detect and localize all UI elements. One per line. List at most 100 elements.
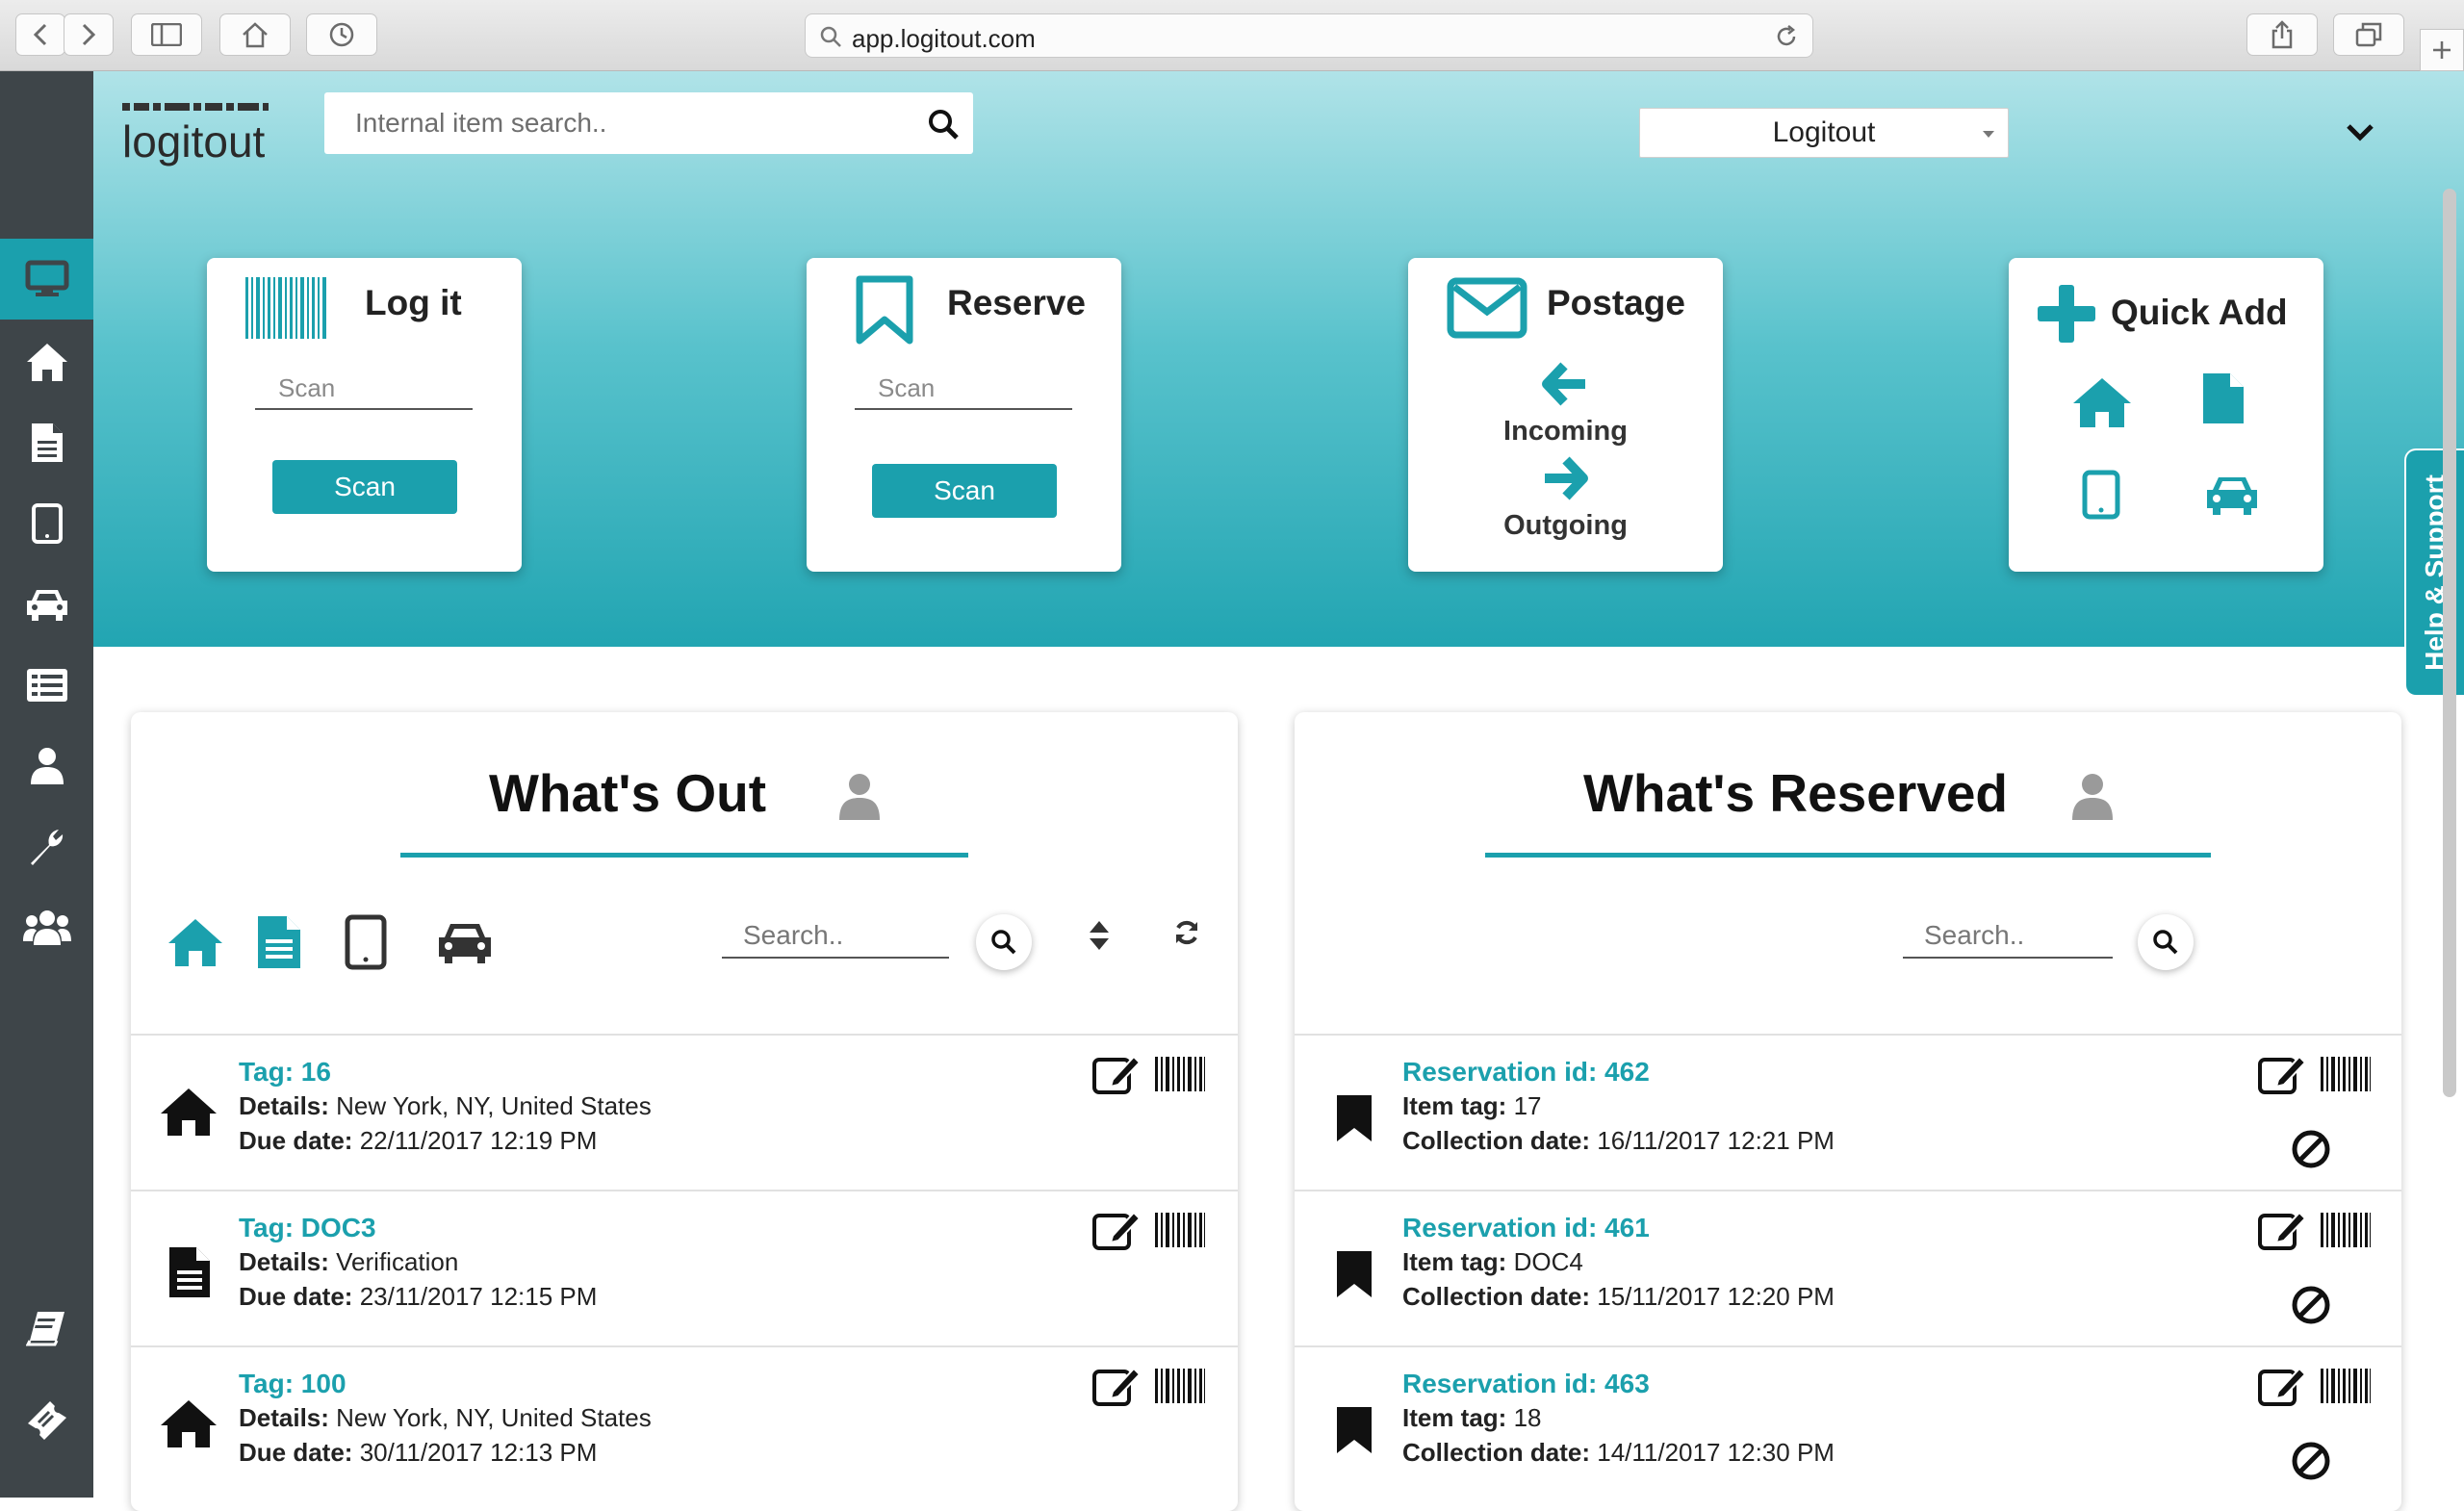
reserve-scan-input[interactable]: Scan	[855, 362, 1072, 410]
arrow-left-icon[interactable]	[1541, 362, 1589, 406]
due-label: Due date:	[239, 1438, 353, 1467]
barcode-icon[interactable]	[1155, 1057, 1205, 1091]
barcode-icon[interactable]	[2321, 1213, 2371, 1247]
sidebar-item-guide[interactable]	[0, 1288, 93, 1369]
browser-tabs-button[interactable]	[2333, 13, 2404, 56]
tabs-icon	[2355, 22, 2382, 47]
whats-reserved-search-placeholder: Search..	[1924, 920, 2025, 950]
browser-history-button[interactable]	[306, 13, 377, 56]
browser-share-button[interactable]	[2246, 13, 2318, 56]
whats-reserved-search-input[interactable]: Search..	[1903, 916, 2113, 959]
company-select[interactable]: Logitout	[1639, 108, 2009, 158]
whats-out-search-placeholder: Search..	[743, 920, 844, 950]
list-item[interactable]: Tag: DOC3 Details: Verification Due date…	[131, 1190, 1238, 1345]
share-icon	[2272, 20, 2293, 49]
list-item[interactable]: Reservation id: 461 Item tag: DOC4 Colle…	[1295, 1190, 2401, 1345]
postage-outgoing[interactable]: Outgoing	[1408, 510, 1723, 542]
whats-out-search-button[interactable]	[976, 914, 1032, 970]
sidebar-item-dashboard[interactable]	[0, 239, 93, 320]
whats-out-panel: What's Out Search.. Tag: 16 Details: New…	[131, 712, 1238, 1511]
sidebar-item-documents[interactable]	[0, 402, 93, 483]
list-item[interactable]: Reservation id: 463 Item tag: 18 Collect…	[1295, 1345, 2401, 1501]
monitor-icon	[25, 260, 68, 296]
logo[interactable]: logitout	[122, 115, 265, 167]
whats-reserved-underline	[1485, 853, 2211, 858]
document-icon[interactable]	[256, 914, 302, 970]
barcode-icon[interactable]	[2321, 1369, 2371, 1403]
edit-icon[interactable]	[1091, 1209, 1142, 1251]
reload-icon[interactable]	[1774, 24, 1799, 49]
home-icon	[161, 1400, 217, 1447]
due-value: 23/11/2017 12:15 PM	[352, 1282, 598, 1311]
page-scrollbar[interactable]	[2443, 189, 2456, 1097]
sidebar-item-list[interactable]	[0, 645, 93, 726]
browser-back-button[interactable]	[15, 13, 65, 56]
sidebar-item-groups[interactable]	[0, 887, 93, 968]
refresh-icon[interactable]	[1172, 918, 1201, 947]
details-value: New York, NY, United States	[328, 1091, 652, 1120]
details-value: New York, NY, United States	[328, 1403, 652, 1432]
envelope-icon	[1447, 277, 1527, 339]
sort-icon[interactable]	[1088, 918, 1111, 953]
car-icon[interactable]	[433, 918, 497, 966]
sidebar-item-user[interactable]	[0, 726, 93, 807]
sidebar-item-devices[interactable]	[0, 483, 93, 564]
logo-barcode-mark	[122, 103, 269, 111]
item-tag-value: 17	[1506, 1091, 1542, 1120]
sidebar-item-tickets[interactable]	[0, 1380, 93, 1461]
sidebar-item-settings[interactable]	[0, 807, 93, 887]
new-tab-button[interactable]	[2420, 29, 2464, 71]
edit-icon[interactable]	[1091, 1053, 1142, 1095]
tablet-icon[interactable]	[345, 914, 387, 970]
edit-icon[interactable]	[2257, 1365, 2307, 1407]
item-details: Details: New York, NY, United States	[239, 1091, 652, 1121]
document-icon[interactable]	[2201, 371, 2246, 425]
cancel-icon[interactable]	[2290, 1284, 2332, 1326]
list-item[interactable]: Tag: 100 Details: New York, NY, United S…	[131, 1345, 1238, 1501]
address-bar[interactable]: app.logitout.com	[805, 13, 1813, 58]
edit-icon[interactable]	[1091, 1365, 1142, 1407]
item-tag-link[interactable]: Tag: 100	[239, 1369, 346, 1399]
reserve-scan-button[interactable]: Scan	[872, 464, 1057, 518]
item-tag-link[interactable]: Tag: DOC3	[239, 1213, 376, 1243]
user-icon[interactable]	[2070, 772, 2115, 822]
sidebar-item-home[interactable]	[0, 321, 93, 402]
details-label: Details:	[239, 1247, 329, 1276]
ticket-icon	[27, 1401, 66, 1440]
logit-scan-button[interactable]: Scan	[272, 460, 457, 514]
reservation-id-link[interactable]: Reservation id: 463	[1402, 1369, 1650, 1399]
home-icon[interactable]	[166, 916, 225, 968]
cancel-icon[interactable]	[2290, 1440, 2332, 1482]
barcode-icon[interactable]	[1155, 1213, 1205, 1247]
edit-icon[interactable]	[2257, 1053, 2307, 1095]
cancel-icon[interactable]	[2290, 1128, 2332, 1170]
tablet-icon[interactable]	[2082, 470, 2120, 520]
browser-sidebar-button[interactable]	[131, 13, 202, 56]
list-item[interactable]: Reservation id: 462 Item tag: 17 Collect…	[1295, 1034, 2401, 1190]
item-tag-link[interactable]: Tag: 16	[239, 1057, 331, 1088]
collection-date-label: Collection date:	[1402, 1126, 1591, 1155]
sidebar-item-vehicles[interactable]	[0, 564, 93, 645]
whats-reserved-search-button[interactable]	[2138, 914, 2194, 970]
logit-scan-input[interactable]: Scan	[255, 362, 473, 410]
search-icon[interactable]	[927, 108, 960, 141]
barcode-icon[interactable]	[2321, 1057, 2371, 1091]
user-icon[interactable]	[837, 772, 882, 822]
browser-home-button[interactable]	[219, 13, 291, 56]
whats-out-search-input[interactable]: Search..	[722, 916, 949, 959]
reservation-id-link[interactable]: Reservation id: 462	[1402, 1057, 1650, 1088]
internal-search-input[interactable]: Internal item search..	[324, 92, 973, 154]
browser-forward-button[interactable]	[64, 13, 114, 56]
url-text: app.logitout.com	[852, 24, 1036, 53]
list-item[interactable]: Tag: 16 Details: New York, NY, United St…	[131, 1034, 1238, 1190]
home-icon[interactable]	[2070, 375, 2134, 429]
chevron-down-icon[interactable]	[2346, 121, 2374, 142]
edit-icon[interactable]	[2257, 1209, 2307, 1251]
postage-incoming[interactable]: Incoming	[1408, 416, 1723, 448]
barcode-icon[interactable]	[1155, 1369, 1205, 1403]
reservation-collection-date: Collection date: 14/11/2017 12:30 PM	[1402, 1438, 1835, 1468]
car-icon[interactable]	[2201, 472, 2263, 518]
reservation-id-link[interactable]: Reservation id: 461	[1402, 1213, 1650, 1243]
item-tag-label: Item tag:	[1402, 1247, 1507, 1276]
arrow-right-icon[interactable]	[1541, 456, 1589, 500]
